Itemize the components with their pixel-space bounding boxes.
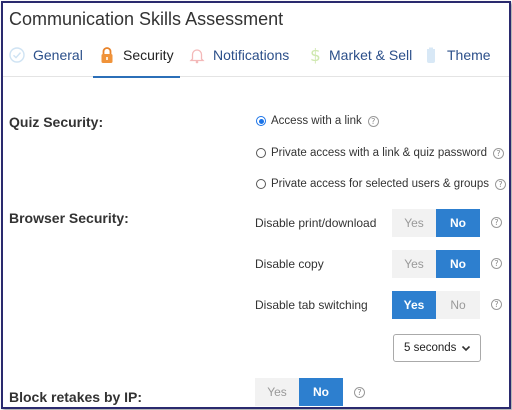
tab-general[interactable]: General <box>9 33 83 77</box>
disable-copy-label: Disable copy <box>255 257 324 271</box>
toggle-yes[interactable]: Yes <box>255 378 299 406</box>
option-label: Private access with a link & quiz passwo… <box>271 147 488 159</box>
tab-label: Market & Sell <box>329 47 413 63</box>
help-icon[interactable]: ? <box>491 217 502 228</box>
block-retakes-toggle: Yes No <box>255 378 343 406</box>
tab-notifications[interactable]: Notifications <box>189 33 289 77</box>
help-icon[interactable]: ? <box>491 258 502 269</box>
help-icon[interactable]: ? <box>493 147 505 159</box>
quiz-security-option-users-groups[interactable]: Private access for selected users & grou… <box>256 178 506 190</box>
window-frame: Communication Skills Assessment General … <box>1 1 511 409</box>
quiz-security-option-link[interactable]: Access with a link ? <box>256 115 379 127</box>
disable-tab-switching-label: Disable tab switching <box>255 298 368 312</box>
tab-label: General <box>33 47 83 63</box>
toggle-yes[interactable]: Yes <box>392 250 436 278</box>
select-value: 5 seconds <box>404 342 457 354</box>
disable-print-label: Disable print/download <box>255 216 377 230</box>
option-label: Private access for selected users & grou… <box>271 178 489 190</box>
toggle-yes[interactable]: Yes <box>392 209 436 237</box>
disable-tab-switching-toggle: Yes No <box>392 291 480 319</box>
help-icon[interactable]: ? <box>354 387 365 398</box>
page-title: Communication Skills Assessment <box>9 9 284 29</box>
browser-security-label: Browser Security: <box>9 210 129 226</box>
option-label: Access with a link <box>271 115 362 127</box>
radio-button[interactable] <box>256 148 266 158</box>
tab-label: Security <box>123 47 174 63</box>
help-icon[interactable]: ? <box>491 299 502 310</box>
radio-button[interactable] <box>256 179 266 189</box>
bell-icon <box>189 46 205 64</box>
radio-button-selected[interactable] <box>256 116 266 126</box>
quiz-security-label: Quiz Security: <box>9 114 104 130</box>
tab-label: Theme <box>447 47 491 63</box>
toggle-no[interactable]: No <box>436 209 480 237</box>
toggle-no[interactable]: No <box>299 378 343 406</box>
help-icon[interactable]: ? <box>494 178 506 190</box>
chevron-down-icon <box>460 342 472 354</box>
quiz-security-option-password[interactable]: Private access with a link & quiz passwo… <box>256 147 505 159</box>
svg-text:$: $ <box>310 46 321 64</box>
paint-bucket-icon <box>423 46 439 64</box>
checkmark-circle-icon <box>9 46 25 64</box>
toggle-yes[interactable]: Yes <box>392 291 436 319</box>
tab-security[interactable]: Security <box>93 33 180 78</box>
disable-copy-toggle: Yes No <box>392 250 480 278</box>
tab-bar: General Security Notifications $ Market … <box>3 33 509 78</box>
tab-label: Notifications <box>213 47 290 63</box>
toggle-no[interactable]: No <box>436 291 480 319</box>
toggle-no[interactable]: No <box>436 250 480 278</box>
dollar-icon: $ <box>309 46 321 66</box>
help-icon[interactable]: ? <box>367 115 379 127</box>
block-retakes-label: Block retakes by IP: <box>9 389 143 405</box>
lock-icon <box>99 46 115 64</box>
tab-switch-delay-select[interactable]: 5 seconds <box>393 334 481 362</box>
tab-theme[interactable]: Theme <box>423 33 491 77</box>
disable-print-toggle: Yes No <box>392 209 480 237</box>
tab-market-sell[interactable]: $ Market & Sell <box>309 33 412 77</box>
